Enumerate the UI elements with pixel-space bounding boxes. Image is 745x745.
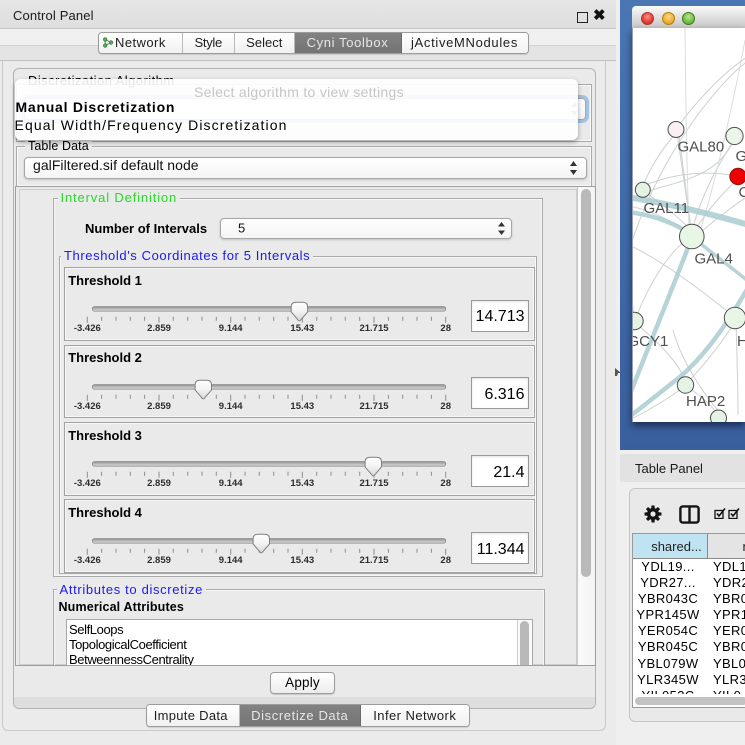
svg-text:28: 28 — [440, 555, 451, 566]
svg-text:2.859: 2.859 — [147, 401, 171, 412]
svg-text:2.859: 2.859 — [147, 323, 171, 334]
svg-text:9.144: 9.144 — [218, 478, 242, 489]
svg-text:GCY1: GCY1 — [633, 333, 668, 350]
svg-text:21.715: 21.715 — [359, 555, 389, 566]
svg-text:2.859: 2.859 — [147, 478, 171, 489]
svg-text:15.43: 15.43 — [290, 401, 314, 412]
svg-text:15.43: 15.43 — [290, 323, 314, 334]
svg-text:28: 28 — [440, 401, 451, 412]
svg-text:9.144: 9.144 — [218, 401, 242, 412]
svg-text:15.43: 15.43 — [290, 478, 314, 489]
svg-text:28: 28 — [440, 323, 451, 334]
svg-text:H: H — [737, 333, 745, 350]
svg-text:GAL4: GAL4 — [695, 251, 733, 268]
svg-text:28: 28 — [440, 478, 451, 489]
svg-text:21.715: 21.715 — [359, 478, 389, 489]
svg-text:GAL80: GAL80 — [678, 139, 725, 156]
svg-text:-3.426: -3.426 — [74, 555, 101, 566]
svg-text:21.715: 21.715 — [359, 401, 389, 412]
svg-text:C: C — [739, 184, 745, 201]
svg-text:9.144: 9.144 — [218, 555, 242, 566]
svg-text:GA: GA — [736, 148, 745, 165]
svg-text:9.144: 9.144 — [218, 323, 242, 334]
svg-text:HAP2: HAP2 — [686, 393, 725, 410]
svg-text:15.43: 15.43 — [290, 555, 314, 566]
svg-text:2.859: 2.859 — [147, 555, 171, 566]
svg-text:-3.426: -3.426 — [74, 401, 101, 412]
svg-text:21.715: 21.715 — [359, 323, 389, 334]
svg-text:-3.426: -3.426 — [74, 323, 101, 334]
svg-text:GAL11: GAL11 — [644, 200, 690, 217]
svg-text:-3.426: -3.426 — [74, 478, 101, 489]
